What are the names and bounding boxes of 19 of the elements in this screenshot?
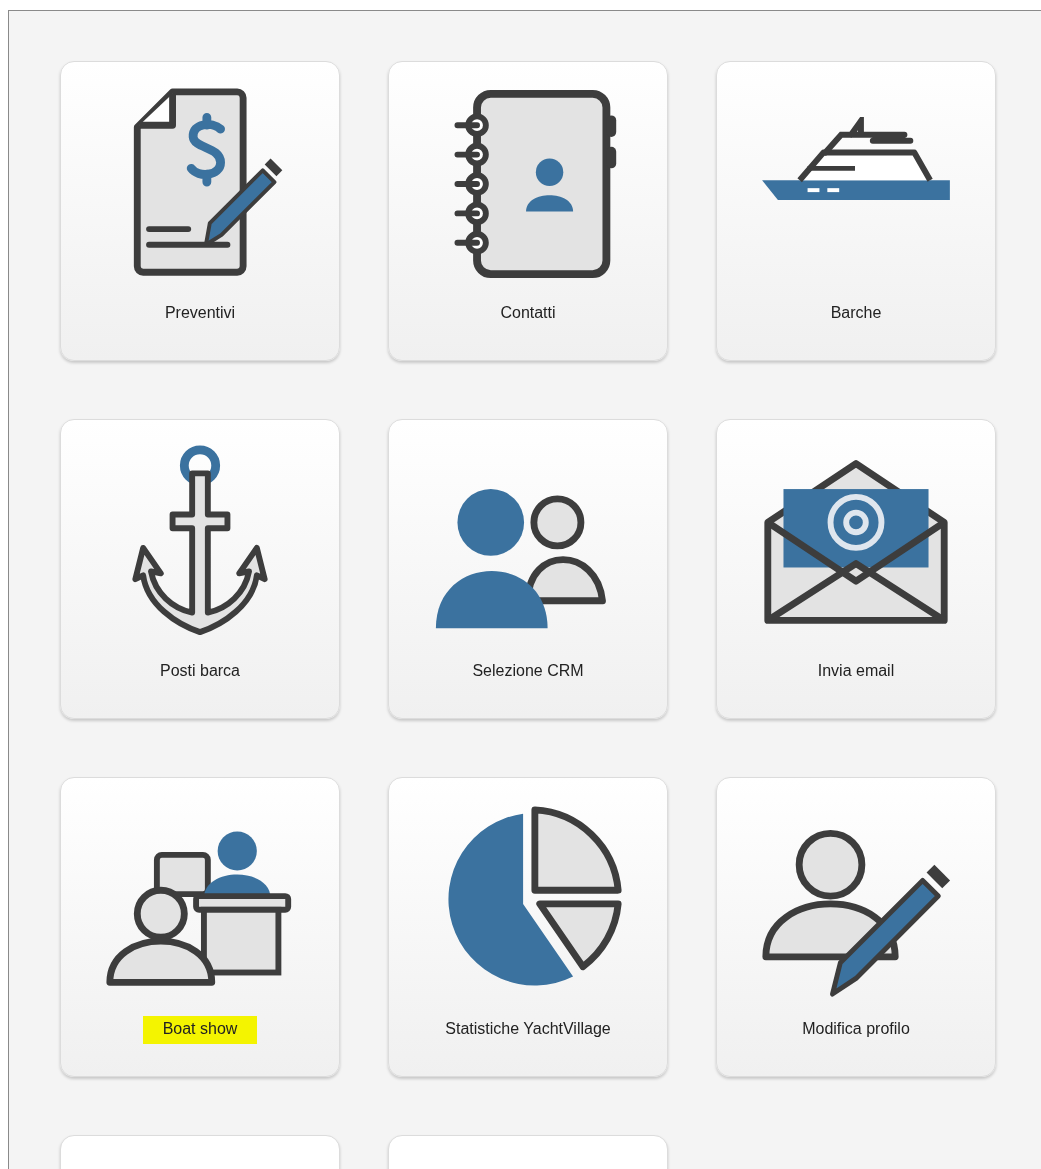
menu-tile[interactable]: Invia email (716, 419, 996, 719)
menu-tile[interactable]: Statistiche YachtVillage (388, 777, 668, 1077)
tile-label: Posti barca (158, 661, 241, 681)
tile-label: Boat show (142, 1016, 258, 1044)
tile-label: Statistiche YachtVillage (444, 1019, 612, 1039)
menu-tile[interactable]: Preventivi (60, 61, 340, 361)
menu-tile[interactable]: Barche (716, 61, 996, 361)
tile-label: Barche (829, 303, 883, 323)
yacht-icon (760, 116, 952, 202)
tile-label: Preventivi (163, 303, 237, 323)
menu-tile[interactable]: Modifica profilo (716, 777, 996, 1077)
tile-label: Contatti (499, 303, 557, 323)
tile-label: Selezione CRM (471, 661, 585, 681)
menu-tile[interactable]: Contatti (388, 61, 668, 361)
menu-tile[interactable]: Boat show (60, 777, 340, 1077)
menu-tile[interactable]: Selezione CRM (388, 419, 668, 719)
tile-label: Modifica profilo (801, 1019, 911, 1039)
tile-label: Invia email (816, 661, 896, 681)
menu-tile[interactable]: Posti barca (60, 419, 340, 719)
